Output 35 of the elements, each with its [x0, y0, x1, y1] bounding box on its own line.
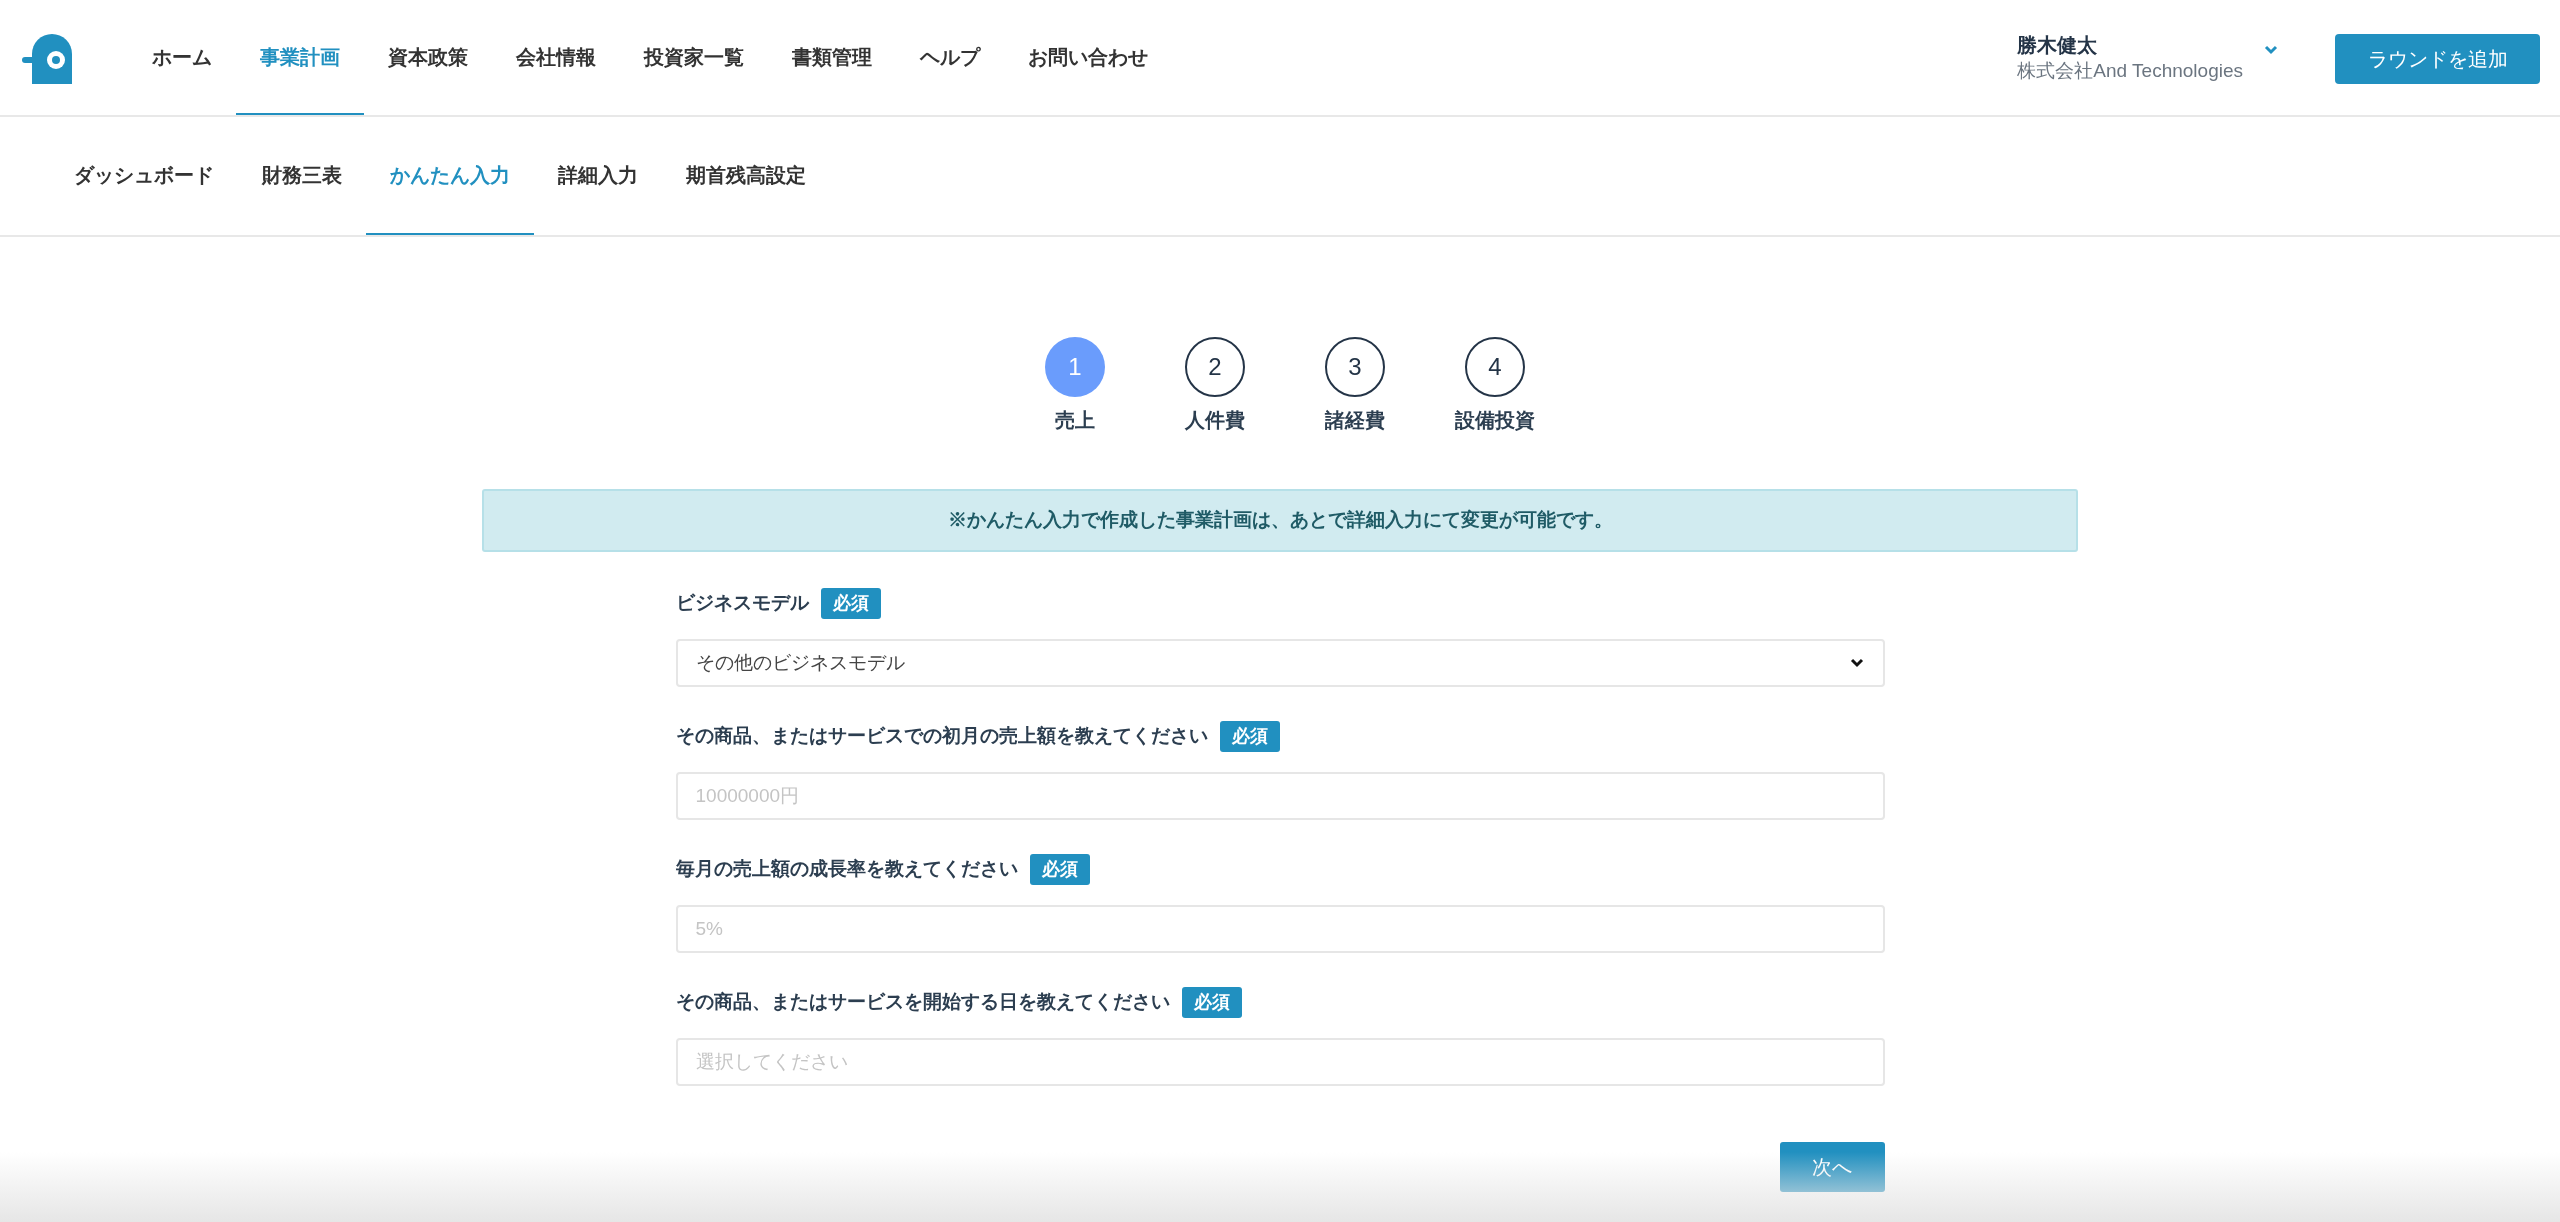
required-badge: 必須 — [1181, 987, 1242, 1018]
nav-tab[interactable]: ヘルプ — [896, 0, 1004, 115]
sub-tab[interactable]: かんたん入力 — [366, 117, 534, 235]
nav-tab[interactable]: 事業計画 — [236, 0, 364, 115]
sub-tab[interactable]: 期首残高設定 — [662, 117, 830, 235]
step-label: 諸経費 — [1325, 408, 1385, 433]
chevron-down-icon[interactable] — [2263, 43, 2279, 56]
input-field[interactable]: 選択してください — [675, 1038, 1885, 1086]
input-field[interactable]: 5% — [675, 905, 1885, 953]
field-label: ビジネスモデル — [675, 591, 809, 616]
nav-tab[interactable]: ホーム — [128, 0, 236, 115]
field-label: 毎月の売上額の成長率を教えてください — [675, 857, 1018, 882]
nav-tab[interactable]: 会社情報 — [492, 0, 620, 115]
sub-tab[interactable]: 財務三表 — [238, 117, 366, 235]
required-badge: 必須 — [820, 588, 881, 619]
nav-tab[interactable]: 資本政策 — [364, 0, 492, 115]
add-round-button[interactable]: ラウンドを追加 — [2335, 33, 2540, 84]
step-label: 人件費 — [1185, 408, 1245, 433]
user-name: 勝木健太 — [2017, 32, 2099, 58]
required-badge: 必須 — [1219, 721, 1280, 752]
nav-tab[interactable]: 書類管理 — [768, 0, 896, 115]
chevron-down-icon — [1848, 657, 1865, 669]
sub-tab[interactable]: 詳細入力 — [534, 117, 662, 235]
notice-banner: ※かんたん入力で作成した事業計画は、あとで詳細入力にて変更が可能です。 — [482, 489, 2078, 552]
select-field[interactable]: その他のビジネスモデル — [675, 639, 1885, 687]
sub-tab[interactable]: ダッシュボード — [50, 117, 238, 235]
nav-tab[interactable]: 投資家一覧 — [620, 0, 768, 115]
company-name: 株式会社And Technologies — [2017, 58, 2243, 83]
step-label: 設備投資 — [1455, 408, 1535, 433]
field-label: その商品、またはサービスでの初月の売上額を教えてください — [675, 724, 1208, 749]
nav-tab[interactable]: お問い合わせ — [1004, 0, 1172, 115]
field-label: その商品、またはサービスを開始する日を教えてください — [675, 990, 1170, 1015]
step-label: 売上 — [1055, 408, 1095, 433]
input-field[interactable]: 10000000円 — [675, 772, 1885, 820]
required-badge: 必須 — [1029, 854, 1090, 885]
